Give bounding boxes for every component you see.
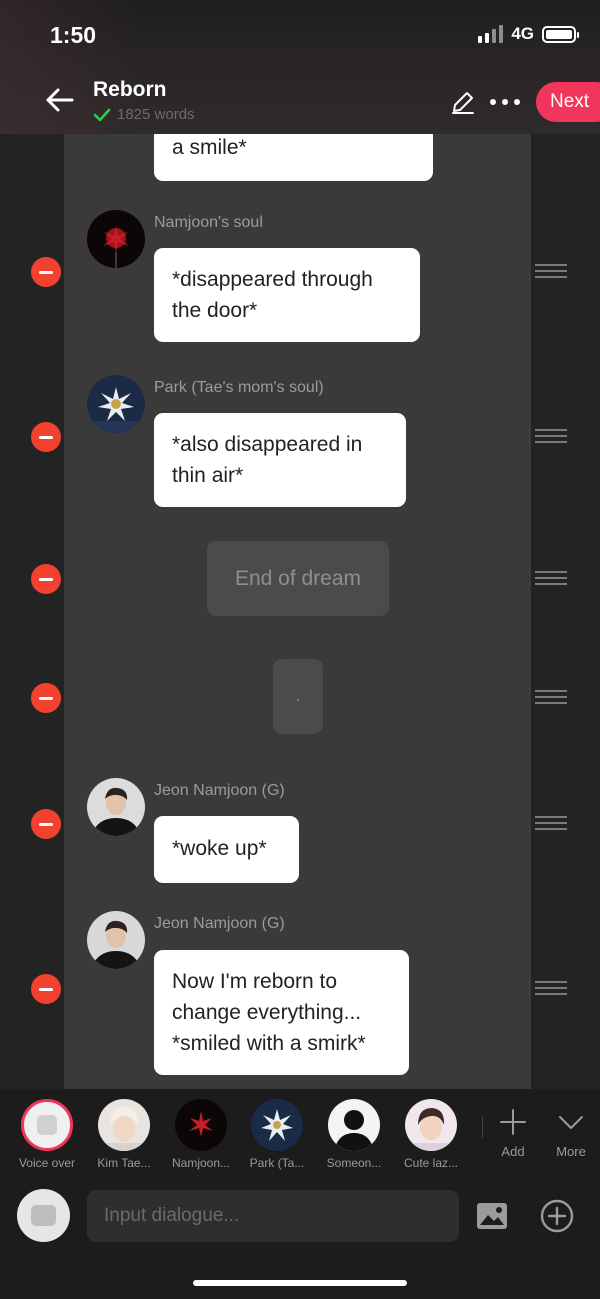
plus-icon bbox=[500, 1109, 526, 1135]
character-name: Voice over bbox=[18, 1156, 76, 1170]
message-line: *smiled with a smirk* bbox=[172, 1032, 366, 1055]
avatar bbox=[405, 1099, 457, 1151]
character-name: Park (Ta... bbox=[249, 1156, 305, 1170]
drag-handle[interactable] bbox=[535, 429, 567, 445]
pencil-icon bbox=[452, 92, 474, 114]
message-line: *woke up* bbox=[172, 837, 267, 860]
delete-message-button[interactable] bbox=[31, 809, 61, 839]
speaker-name: Jeon Namjoon (G) bbox=[154, 915, 285, 932]
avatar bbox=[98, 1099, 150, 1151]
avatar bbox=[328, 1099, 380, 1151]
delete-message-button[interactable] bbox=[31, 564, 61, 594]
drag-handle[interactable] bbox=[535, 264, 567, 280]
message-line: thin air* bbox=[172, 464, 244, 487]
message-line: *also disappeared in bbox=[172, 433, 363, 456]
character-option[interactable]: Park (Ta... bbox=[242, 1099, 312, 1170]
speaker-name: Park (Tae's mom's soul) bbox=[154, 379, 324, 396]
drag-handle[interactable] bbox=[535, 571, 567, 587]
status-indicators: 4G bbox=[478, 24, 579, 44]
character-option[interactable]: Someon... bbox=[319, 1099, 389, 1170]
character-option[interactable]: Cute laz... bbox=[396, 1099, 466, 1170]
narration-block[interactable]: . bbox=[273, 659, 323, 734]
speaker-name: Namjoon's soul bbox=[154, 214, 263, 231]
arrow-left-icon bbox=[46, 88, 74, 112]
avatar bbox=[87, 375, 145, 433]
message-type-button[interactable] bbox=[17, 1189, 70, 1242]
character-name: Namjoon... bbox=[171, 1156, 231, 1170]
more-characters-button[interactable]: More bbox=[546, 1108, 596, 1159]
message-line: change everything... bbox=[172, 1001, 362, 1024]
character-option[interactable]: Namjoon... bbox=[166, 1099, 236, 1170]
edit-button[interactable] bbox=[450, 89, 476, 115]
avatar bbox=[87, 210, 145, 268]
message-bubble[interactable]: *woke up* bbox=[154, 816, 299, 883]
add-character-button[interactable]: Add bbox=[488, 1108, 538, 1159]
chevron-down-icon bbox=[559, 1116, 583, 1129]
character-voice-over[interactable]: Voice over bbox=[12, 1099, 82, 1170]
network-label: 4G bbox=[511, 24, 534, 43]
check-icon bbox=[93, 108, 111, 121]
delete-message-button[interactable] bbox=[31, 683, 61, 713]
drag-handle[interactable] bbox=[535, 981, 567, 997]
status-time: 1:50 bbox=[50, 22, 97, 48]
character-name: Someon... bbox=[326, 1156, 382, 1170]
avatar bbox=[87, 778, 145, 836]
back-button[interactable] bbox=[44, 84, 76, 116]
word-count-label: 1825 words bbox=[117, 106, 195, 123]
avatar bbox=[251, 1099, 303, 1151]
add-content-button[interactable] bbox=[540, 1199, 574, 1233]
dialogue-input[interactable]: Input dialogue... bbox=[87, 1190, 459, 1242]
message-bubble[interactable]: *also disappeared in thin air* bbox=[154, 413, 406, 507]
more-label: More bbox=[556, 1144, 586, 1159]
drag-handle[interactable] bbox=[535, 816, 567, 832]
delete-message-button[interactable] bbox=[31, 422, 61, 452]
narration-text: . bbox=[295, 688, 301, 705]
add-label: Add bbox=[501, 1144, 525, 1159]
message-line: the door* bbox=[172, 299, 258, 322]
character-option[interactable]: Kim Tae... bbox=[89, 1099, 159, 1170]
drag-handle[interactable] bbox=[535, 690, 567, 706]
voice-over-icon bbox=[21, 1099, 73, 1151]
plus-circle-icon bbox=[540, 1199, 574, 1233]
word-count: 1825 words bbox=[93, 106, 195, 123]
signal-icon bbox=[478, 25, 504, 43]
character-name: Kim Tae... bbox=[97, 1156, 151, 1170]
divider bbox=[482, 1116, 483, 1138]
message-line: Now I'm reborn to bbox=[172, 970, 338, 993]
next-button[interactable]: Next bbox=[536, 82, 600, 122]
image-icon bbox=[477, 1203, 507, 1229]
message-line: *disappeared through bbox=[172, 268, 373, 291]
avatar bbox=[175, 1099, 227, 1151]
battery-icon bbox=[542, 25, 579, 43]
narration-text: End of dream bbox=[234, 567, 362, 590]
home-indicator bbox=[193, 1280, 407, 1286]
narration-block[interactable]: End of dream bbox=[207, 541, 389, 616]
image-button[interactable] bbox=[476, 1202, 508, 1230]
avatar bbox=[87, 911, 145, 969]
speaker-name: Jeon Namjoon (G) bbox=[154, 782, 285, 799]
story-title: Reborn bbox=[93, 78, 167, 101]
message-line: a smile* bbox=[172, 136, 247, 159]
character-name: Cute laz... bbox=[403, 1156, 459, 1170]
more-options-button[interactable] bbox=[490, 96, 526, 108]
chat-icon bbox=[31, 1205, 56, 1226]
message-bubble[interactable]: Now I'm reborn to change everything... *… bbox=[154, 950, 409, 1075]
delete-message-button[interactable] bbox=[31, 257, 61, 287]
header-bar: 1:50 4G Reborn 1825 words Next bbox=[0, 0, 600, 134]
message-bubble[interactable]: *disappeared through the door* bbox=[154, 248, 420, 342]
delete-message-button[interactable] bbox=[31, 974, 61, 1004]
